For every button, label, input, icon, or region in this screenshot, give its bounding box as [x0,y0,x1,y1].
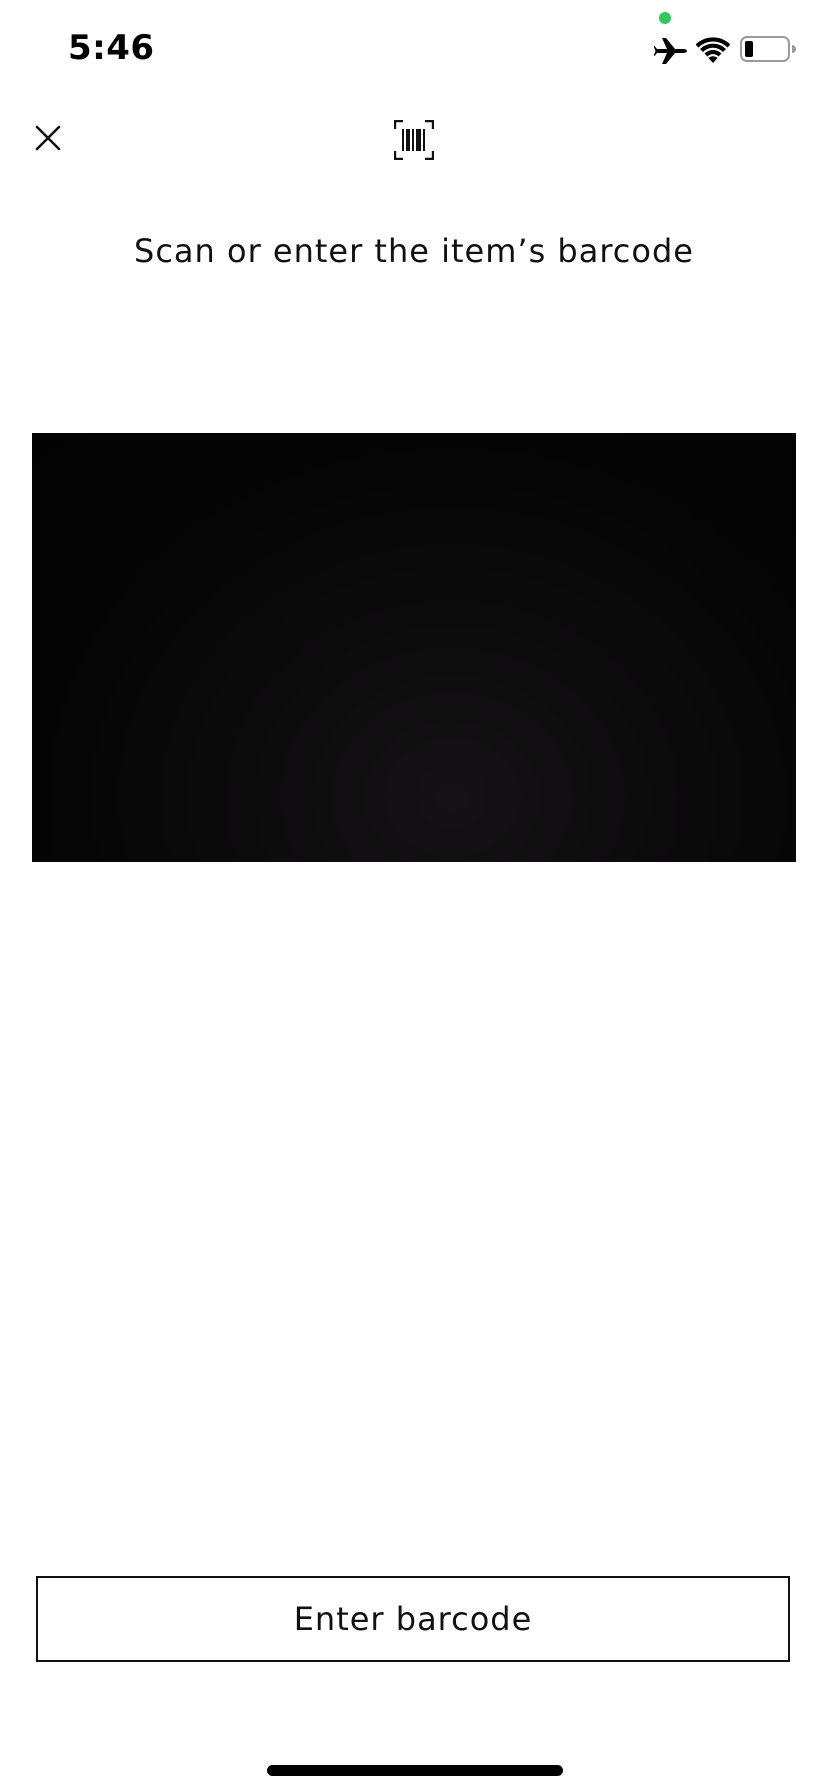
wifi-icon [696,37,730,63]
barcode-scan-icon [394,120,434,160]
battery-icon [740,36,796,62]
microphone-indicator-dot [659,12,671,24]
enter-barcode-button[interactable]: Enter barcode [36,1576,790,1662]
airplane-mode-icon [654,38,687,64]
page-title: Scan or enter the item’s barcode [134,232,694,270]
home-indicator [267,1765,563,1776]
status-bar: 5:46 [0,0,828,100]
close-icon [35,125,61,151]
close-button[interactable] [28,118,68,158]
status-time: 5:46 [68,28,155,68]
camera-preview[interactable] [32,433,796,862]
